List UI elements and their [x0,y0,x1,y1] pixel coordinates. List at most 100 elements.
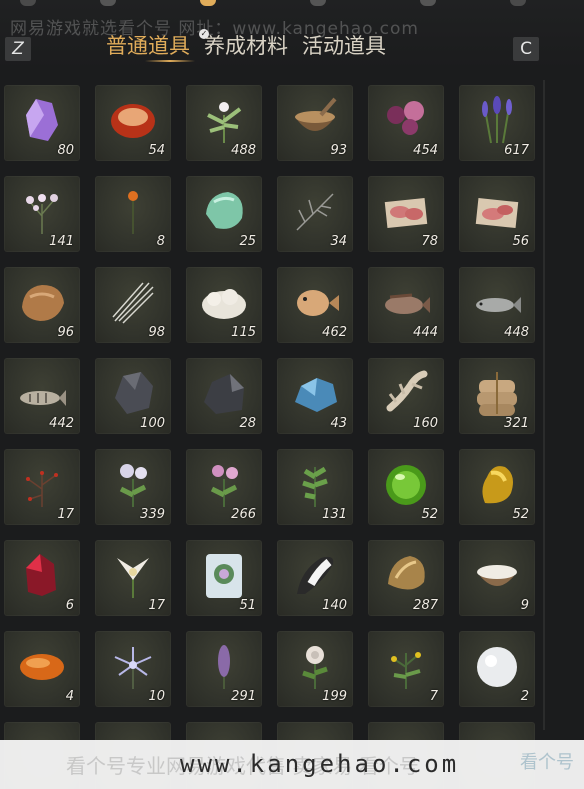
item-quantity: 141 [49,234,74,249]
item-slot[interactable]: 54 [95,85,171,161]
item-quantity: 52 [512,507,529,522]
item-slot[interactable]: 56 [459,176,535,252]
grain-sacks-icon [477,372,517,416]
item-quantity: 96 [57,325,74,340]
item-slot[interactable]: 17 [95,540,171,616]
green-jade-orb-icon [386,465,426,505]
item-slot[interactable]: 141 [4,176,80,252]
item-slot[interactable]: 131 [277,449,353,525]
item-slot[interactable]: 25 [186,176,262,252]
item-slot[interactable]: 96 [4,267,80,343]
item-quantity: 199 [322,689,347,704]
item-slot[interactable]: 454 [368,85,444,161]
item-slot[interactable]: 321 [459,358,535,434]
item-slot[interactable]: 98 [95,267,171,343]
item-slot[interactable]: 34 [277,176,353,252]
item-quantity: 339 [140,507,165,522]
inventory-grid: 80 54 488 93 454 617 141 8 25 34 78 56 96 98 115 462 444… [0,0,584,789]
white-rose-icon [302,646,328,689]
preserved-flower-block-icon [206,554,242,598]
item-quantity: 43 [330,416,347,431]
item-slot[interactable]: 43 [277,358,353,434]
item-quantity: 462 [322,325,347,340]
yellow-wildflower-icon [391,652,421,689]
item-quantity: 6 [65,598,74,613]
item-quantity: 52 [421,507,438,522]
gold-nugget-icon [482,466,513,504]
item-quantity: 93 [330,143,347,158]
item-slot[interactable]: 287 [368,540,444,616]
item-slot[interactable]: 51 [186,540,262,616]
item-quantity: 51 [239,598,256,613]
item-slot[interactable]: 8 [95,176,171,252]
item-slot[interactable]: 78 [368,176,444,252]
item-quantity: 617 [504,143,529,158]
orange-wildflower-icon [128,191,138,234]
white-pearl-ball-icon [477,647,517,687]
item-slot[interactable]: 93 [277,85,353,161]
pufferfish-icon [297,290,339,316]
red-ruby-ore-icon [26,554,56,596]
fox-tail-icon [297,556,334,594]
item-slot[interactable]: 10 [95,631,171,707]
dried-twig-icon [296,193,334,231]
item-slot[interactable]: 9 [459,540,535,616]
green-herb-sprig-icon [302,466,328,507]
silver-fish-icon [476,297,521,313]
item-slot[interactable]: 160 [368,358,444,434]
pink-aster-flower-icon [210,465,238,507]
item-slot[interactable]: 28 [186,358,262,434]
item-quantity: 131 [322,507,347,522]
item-slot[interactable]: 80 [4,85,80,161]
item-slot[interactable]: 140 [277,540,353,616]
watermark-banner: 看个号专业网易游戏代售 卖家易 看个号 www.kangehao.com 看个号 [0,740,584,789]
red-berry-branch-icon [26,471,58,507]
item-quantity: 17 [57,507,74,522]
striped-fish-icon [20,390,66,406]
item-quantity: 9 [520,598,529,613]
lavender-plant-icon [482,96,512,144]
item-slot[interactable]: 6 [4,540,80,616]
item-quantity: 442 [49,416,74,431]
item-slot[interactable]: 100 [95,358,171,434]
purple-spike-flower-icon [218,645,230,689]
amethyst-crystal-icon [26,99,58,141]
item-slot[interactable]: 291 [186,631,262,707]
rockfish-icon [385,293,430,314]
item-slot[interactable]: 442 [4,358,80,434]
fur-pelt-icon [22,285,64,321]
item-quantity: 80 [57,143,74,158]
item-slot[interactable]: 199 [277,631,353,707]
item-slot[interactable]: 52 [368,449,444,525]
red-agate-stone-icon [111,104,155,138]
item-slot[interactable]: 17 [4,449,80,525]
item-slot[interactable]: 462 [277,267,353,343]
scrollbar[interactable] [543,80,545,730]
raw-meat-icon [384,197,428,229]
item-quantity: 454 [413,143,438,158]
item-slot[interactable]: 617 [459,85,535,161]
item-quantity: 291 [231,689,256,704]
item-quantity: 8 [156,234,165,249]
item-slot[interactable]: 52 [459,449,535,525]
item-quantity: 78 [421,234,438,249]
item-slot[interactable]: 115 [186,267,262,343]
item-slot[interactable]: 7 [368,631,444,707]
white-quills-icon [112,282,154,324]
item-quantity: 488 [231,143,256,158]
item-slot[interactable]: 2 [459,631,535,707]
item-slot[interactable]: 339 [95,449,171,525]
white-aster-flower-icon [119,464,147,507]
item-slot[interactable]: 448 [459,267,535,343]
item-quantity: 140 [322,598,347,613]
milk-bowl-icon [477,565,517,586]
item-slot[interactable]: 4 [4,631,80,707]
item-quantity: 287 [413,598,438,613]
item-slot[interactable]: 488 [186,85,262,161]
item-quantity: 7 [429,689,438,704]
item-slot[interactable]: 444 [368,267,444,343]
iron-ore-icon [204,374,244,414]
item-quantity: 444 [413,325,438,340]
item-slot[interactable]: 266 [186,449,262,525]
white-lily-icon [117,558,149,598]
